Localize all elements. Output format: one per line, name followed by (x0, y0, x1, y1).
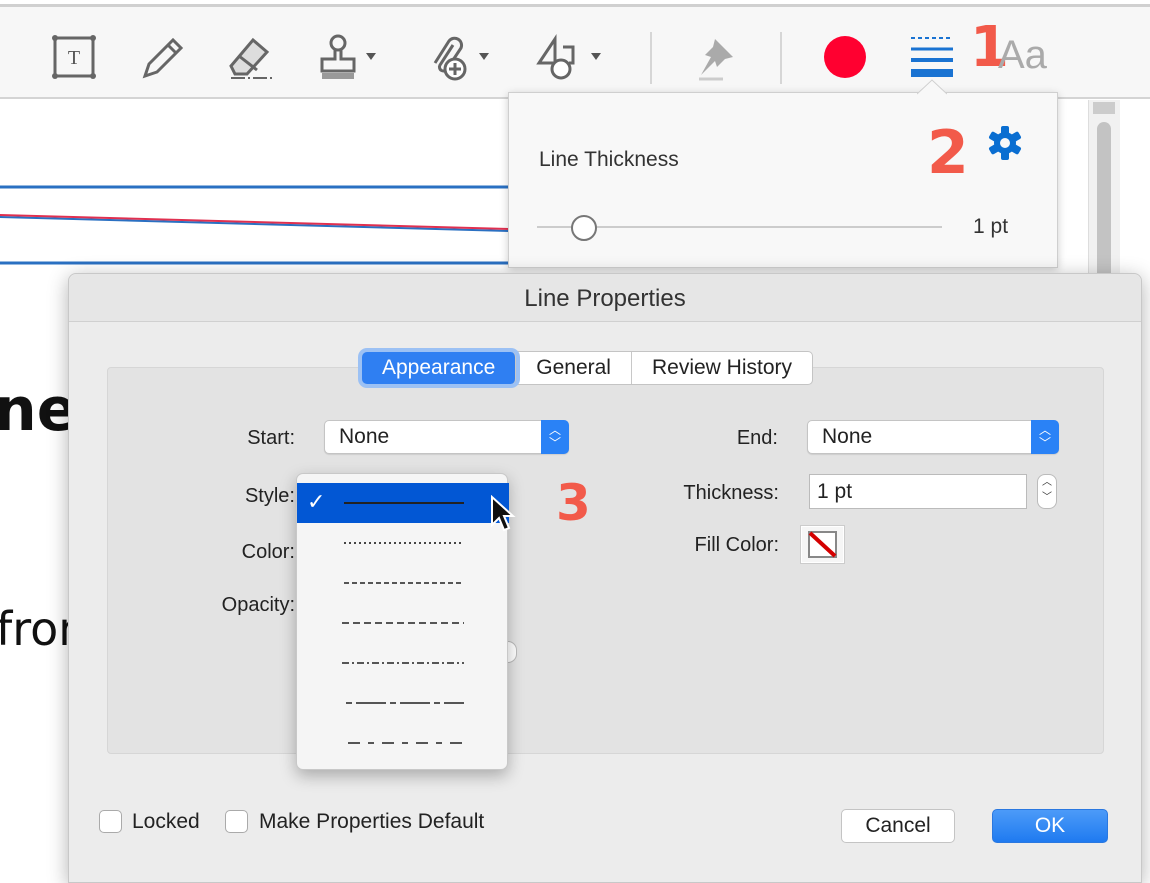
style-option-dash-long-dash[interactable] (297, 683, 509, 723)
shapes-icon[interactable] (535, 29, 605, 85)
gear-icon[interactable] (987, 125, 1023, 166)
start-label: Start: (247, 427, 295, 449)
thickness-slider-knob[interactable] (571, 215, 597, 241)
pencil-icon[interactable] (138, 29, 186, 85)
document-text: ne (0, 375, 78, 445)
thickness-stepper[interactable]: ︿ ﹀ (1037, 474, 1057, 509)
style-option-solid[interactable]: ✓ (297, 483, 509, 523)
toolbar-divider (780, 32, 782, 84)
svg-text:T: T (68, 47, 80, 69)
end-select[interactable]: None ︿ ﹀ (807, 420, 1059, 454)
style-option-dash-dot[interactable] (297, 643, 509, 683)
font-icon[interactable]: Aa (998, 33, 1047, 78)
attach-icon[interactable] (425, 29, 493, 85)
mouse-cursor-icon (491, 495, 516, 532)
locked-label: Locked (132, 810, 200, 833)
tab-general[interactable]: General (516, 352, 632, 384)
line-properties-dialog: Line Properties Appearance General Revie… (68, 273, 1142, 883)
cancel-button[interactable]: Cancel (841, 809, 955, 843)
tab-review-history[interactable]: Review History (632, 352, 812, 384)
thickness-label: Thickness: (683, 482, 779, 504)
chevron-updown-icon: ︿ ﹀ (541, 420, 569, 454)
text-box-icon[interactable]: T (50, 29, 98, 85)
make-default-checkbox[interactable] (225, 810, 248, 833)
color-circle-icon[interactable] (822, 29, 868, 85)
line-thickness-icon[interactable] (908, 29, 956, 85)
style-option-dash-long-short[interactable] (297, 723, 509, 763)
stamp-icon[interactable] (316, 29, 380, 85)
ok-button[interactable]: OK (992, 809, 1108, 843)
annotation-2: 2 (927, 118, 969, 188)
thickness-value: 1 pt (973, 215, 1009, 238)
end-label: End: (736, 427, 778, 449)
fill-color-label: Fill Color: (694, 534, 779, 556)
tab-bar: Appearance General Review History (361, 351, 814, 385)
line-annotations[interactable] (0, 100, 510, 270)
thickness-input[interactable]: 1 pt (809, 474, 1027, 509)
style-label: Style: (244, 485, 295, 507)
start-value: None (339, 425, 390, 448)
dialog-title: Line Properties (69, 274, 1141, 322)
color-label: Color: (241, 541, 295, 563)
popover-title: Line Thickness (539, 148, 679, 171)
toolbar: T 1 Aa (0, 7, 1150, 99)
scroll-up-button[interactable] (1093, 102, 1115, 114)
style-option-dotted[interactable] (297, 523, 509, 563)
pin-icon[interactable] (692, 29, 742, 85)
style-option-dashed[interactable] (297, 603, 509, 643)
checkmark-icon: ✓ (307, 489, 326, 514)
opacity-label: Opacity: (221, 594, 295, 616)
thickness-slider[interactable] (537, 226, 942, 228)
scrollbar[interactable] (1088, 100, 1120, 292)
end-value: None (822, 425, 873, 448)
scrollbar-thumb[interactable] (1097, 122, 1111, 292)
eraser-icon[interactable] (226, 29, 276, 85)
style-dropdown-menu: ✓ (296, 473, 509, 770)
make-default-label: Make Properties Default (259, 810, 485, 833)
style-option-dashed-short[interactable] (297, 563, 509, 603)
fill-color-swatch[interactable] (800, 525, 845, 564)
start-select[interactable]: None ︿ ﹀ (324, 420, 569, 454)
line-thickness-popover: Line Thickness 2 1 pt (508, 79, 1058, 268)
locked-checkbox[interactable] (99, 810, 122, 833)
annotation-3: 3 (556, 474, 591, 532)
chevron-updown-icon: ︿ ﹀ (1031, 420, 1059, 454)
toolbar-divider (650, 32, 652, 84)
tab-appearance[interactable]: Appearance (362, 352, 517, 384)
